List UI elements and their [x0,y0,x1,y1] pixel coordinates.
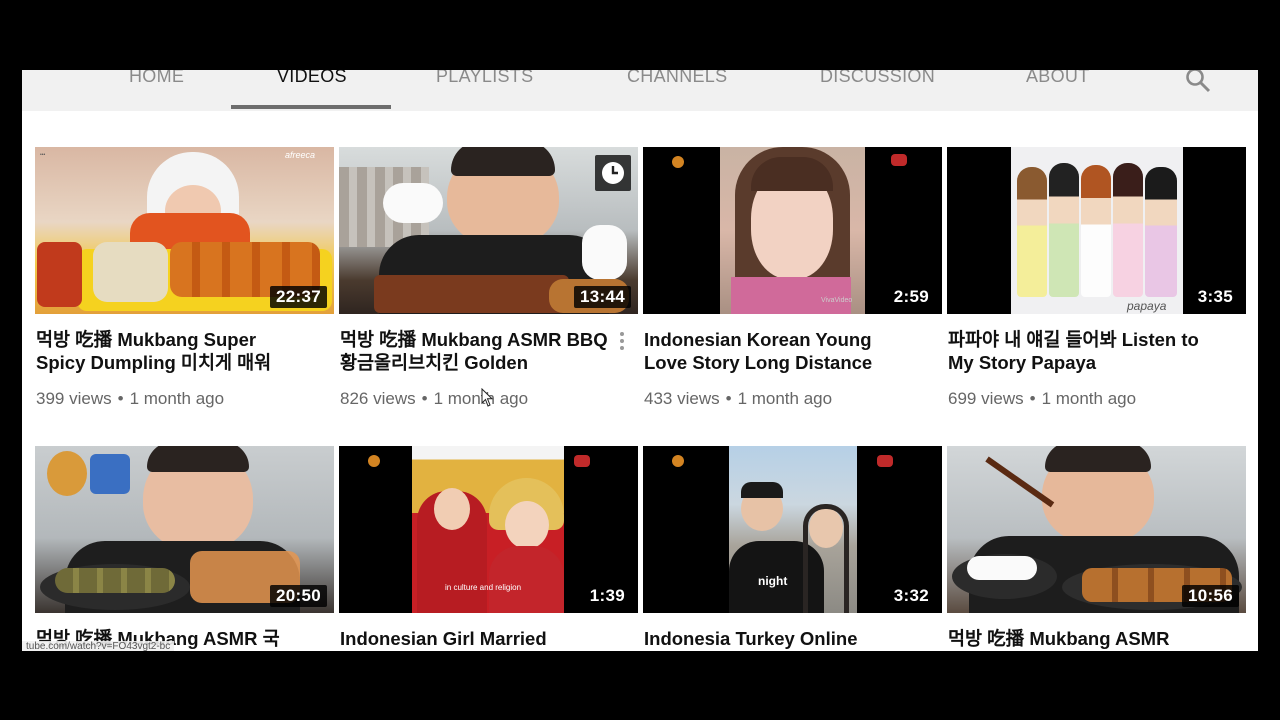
view-count: 826 views [340,389,416,408]
search-icon[interactable] [1184,70,1212,94]
clock-icon [602,162,624,184]
video-thumbnail[interactable]: 13:44 [339,147,638,314]
tab-channels[interactable]: CHANNELS [627,70,727,87]
view-count: 399 views [36,389,112,408]
tab-home[interactable]: HOME [129,70,184,87]
video-title[interactable]: Indonesia Turkey Online [644,627,914,650]
view-count: 433 views [644,389,720,408]
channel-tab-bar: HOME VIDEOS PLAYLISTS CHANNELS DISCUSSIO… [22,70,1258,111]
tab-about[interactable]: ABOUT [1026,70,1090,87]
video-title[interactable]: Indonesian Girl Married [340,627,610,650]
mouse-cursor-icon [481,388,494,407]
channel-watermark: VivaVideo [821,297,853,304]
video-thumbnail[interactable]: ••• afreeca 22:37 [35,147,334,314]
active-tab-indicator [231,105,391,109]
status-bar-url: tube.com/watch?v=FO43vgt2-bc [22,641,175,651]
video-thumbnail[interactable]: in culture and religion 1:39 [339,446,638,613]
video-meta: 399 views • 1 month ago [36,389,225,408]
video-title[interactable]: 먹방 吃播 Mukbang Super Spicy Dumpling 미치게 매… [36,328,306,374]
video-duration: 10:56 [1182,585,1239,607]
video-title[interactable]: Indonesian Korean Young Love Story Long … [644,328,914,374]
youtube-channel-page: HOME VIDEOS PLAYLISTS CHANNELS DISCUSSIO… [22,70,1258,651]
more-vert-icon[interactable] [616,330,628,356]
video-caption: in culture and religion [445,583,522,592]
video-duration: 20:50 [270,585,327,607]
view-count: 699 views [948,389,1024,408]
video-duration: 1:39 [583,585,631,607]
video-thumbnail[interactable]: 10:56 [947,446,1246,613]
channel-watermark: papaya [1127,299,1167,313]
tab-discussion[interactable]: DISCUSSION [820,70,935,87]
video-thumbnail[interactable]: 20:50 [35,446,334,613]
video-meta: 826 views • 1 month ago [340,389,529,408]
video-title[interactable]: 먹방 吃播 Mukbang ASMR [948,627,1218,650]
upload-age: 1 month ago [129,389,225,408]
video-duration: 13:44 [574,286,631,308]
video-meta: 433 views • 1 month ago [644,389,833,408]
video-meta: 699 views • 1 month ago [948,389,1137,408]
watch-later-button[interactable] [595,155,631,191]
video-title[interactable]: 먹방 吃播 Mukbang ASMR BBQ황금올리브치킨 Golden [340,328,610,374]
video-duration: 3:35 [1191,286,1239,308]
video-thumbnail[interactable]: VivaVideo 2:59 [643,147,942,314]
video-title[interactable]: 파파야 내 얘길 들어봐 Listen to My Story Papaya [948,328,1218,374]
video-thumbnail[interactable]: night 3:32 [643,446,942,613]
video-thumbnail[interactable]: papaya 3:35 [947,147,1246,314]
tab-videos[interactable]: VIDEOS [277,70,347,87]
shirt-text: night [758,574,788,588]
tab-playlists[interactable]: PLAYLISTS [436,70,533,87]
upload-age: 1 month ago [737,389,833,408]
video-duration: 3:32 [887,585,935,607]
upload-age: 1 month ago [1041,389,1137,408]
channel-watermark: afreeca [285,150,316,160]
video-duration: 22:37 [270,286,327,308]
video-duration: 2:59 [887,286,935,308]
